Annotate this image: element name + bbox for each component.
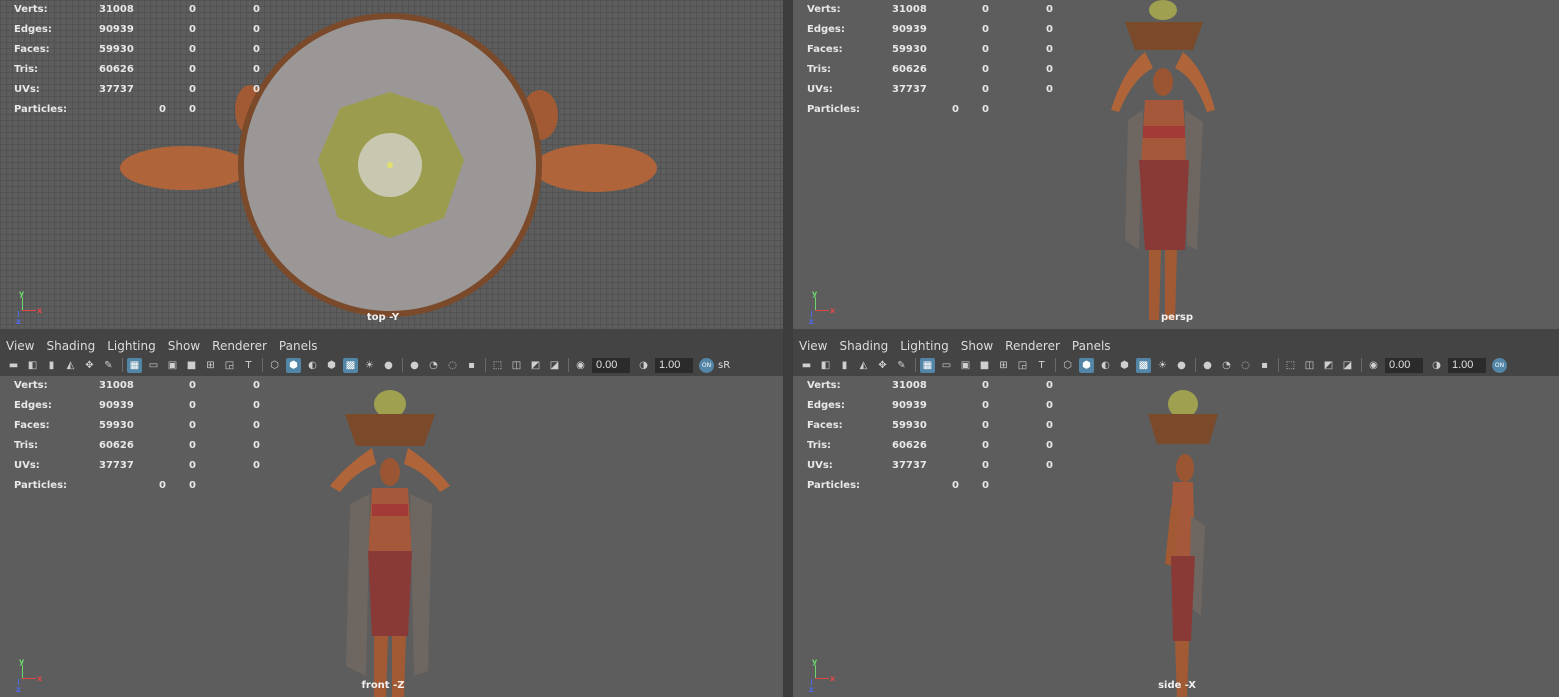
default-material-icon[interactable]: ◐ bbox=[1098, 358, 1113, 373]
xray-joints-icon[interactable]: ◩ bbox=[1321, 358, 1336, 373]
viewport-persp[interactable]: Verts: 31008 0 0 Edges: 90939 0 0 Faces: 59930 0… bbox=[793, 0, 1559, 329]
default-material-icon[interactable]: ◐ bbox=[305, 358, 320, 373]
menu-lighting[interactable]: Lighting bbox=[894, 337, 955, 355]
menu-shading[interactable]: Shading bbox=[833, 337, 894, 355]
exposure-icon[interactable]: ◉ bbox=[1366, 358, 1381, 373]
gamma-icon[interactable]: ◑ bbox=[1429, 358, 1444, 373]
panel-toolbar: ▬ ◧ ▮ ◭ ✥ ✎ ▦ ▭ ▣ ■ ⊞ ◲ T ⬡ ⬢ ◐ ⬢ ▩ ☀ ● … bbox=[793, 355, 1559, 375]
axis-gizmo: yxz bbox=[16, 289, 43, 326]
xray-joints-icon[interactable]: ◩ bbox=[528, 358, 543, 373]
xray-icon[interactable]: ◫ bbox=[509, 358, 524, 373]
menu-view[interactable]: View bbox=[793, 337, 833, 355]
motion-blur-icon[interactable]: ◔ bbox=[1219, 358, 1234, 373]
menu-lighting[interactable]: Lighting bbox=[101, 337, 162, 355]
anti-aliasing-icon[interactable]: ◌ bbox=[1238, 358, 1253, 373]
wireframe-icon[interactable]: ⬡ bbox=[267, 358, 282, 373]
menu-renderer[interactable]: Renderer bbox=[206, 337, 273, 355]
motion-blur-icon[interactable]: ◔ bbox=[426, 358, 441, 373]
color-management-toggle[interactable]: ON bbox=[1492, 357, 1507, 373]
camera-attributes-icon[interactable]: ◧ bbox=[818, 358, 833, 373]
xray-active-icon[interactable]: ◪ bbox=[547, 358, 562, 373]
field-chart-icon[interactable]: ⊞ bbox=[996, 358, 1011, 373]
exposure-icon[interactable]: ◉ bbox=[573, 358, 588, 373]
depth-of-field-icon[interactable]: ▪ bbox=[1257, 358, 1272, 373]
lights-icon[interactable]: ☀ bbox=[1155, 358, 1170, 373]
axis-gizmo: yxz bbox=[809, 289, 836, 326]
gate-mask-icon[interactable]: ■ bbox=[184, 358, 199, 373]
menu-panels[interactable]: Panels bbox=[1066, 337, 1117, 355]
gamma-field[interactable] bbox=[1448, 357, 1486, 373]
viewport-side[interactable]: Verts: 31008 0 0 Edges: 90939 0 0 Faces: 59930 0… bbox=[793, 376, 1559, 697]
isolate-select-icon[interactable]: ⬚ bbox=[490, 358, 505, 373]
menu-show[interactable]: Show bbox=[955, 337, 999, 355]
camera-label-top: top -Y bbox=[366, 312, 400, 323]
xray-icon[interactable]: ◫ bbox=[1302, 358, 1317, 373]
smooth-shade-icon[interactable]: ⬢ bbox=[1079, 357, 1094, 373]
wireframe-on-shaded-icon[interactable]: ⬢ bbox=[1117, 358, 1132, 373]
safe-action-icon[interactable]: ◲ bbox=[1015, 358, 1030, 373]
textured-icon[interactable]: ▩ bbox=[343, 357, 358, 373]
exposure-field[interactable] bbox=[592, 357, 630, 373]
anti-aliasing-icon[interactable]: ◌ bbox=[445, 358, 460, 373]
safe-title-icon[interactable]: T bbox=[241, 358, 256, 373]
viewport-front[interactable]: Verts: 31008 0 0 Edges: 90939 0 0 Faces: 59930 0… bbox=[0, 376, 783, 697]
panel-menu: View Shading Lighting Show Renderer Pane… bbox=[793, 337, 1117, 355]
isolate-select-icon[interactable]: ⬚ bbox=[1283, 358, 1298, 373]
camera-label-side: side -X bbox=[1158, 680, 1196, 691]
color-management-toggle[interactable]: ON bbox=[699, 357, 714, 373]
menu-view[interactable]: View bbox=[0, 337, 40, 355]
view-transform-label[interactable]: sR bbox=[718, 360, 730, 371]
camera-label-persp: persp bbox=[1161, 312, 1193, 323]
resolution-gate-icon[interactable]: ▣ bbox=[958, 358, 973, 373]
ambient-occlusion-icon[interactable]: ● bbox=[407, 358, 422, 373]
xray-active-icon[interactable]: ◪ bbox=[1340, 358, 1355, 373]
image-plane-icon[interactable]: ◭ bbox=[63, 358, 78, 373]
bookmark-icon[interactable]: ▮ bbox=[44, 358, 59, 373]
gamma-icon[interactable]: ◑ bbox=[636, 358, 651, 373]
viewport-top[interactable]: Verts: 31008 0 0 Edges: 90939 0 0 Faces: 59930 0… bbox=[0, 0, 783, 329]
textured-icon[interactable]: ▩ bbox=[1136, 357, 1151, 373]
grid-icon[interactable]: ▦ bbox=[127, 357, 142, 373]
field-chart-icon[interactable]: ⊞ bbox=[203, 358, 218, 373]
gate-mask-icon[interactable]: ■ bbox=[977, 358, 992, 373]
grease-pencil-icon[interactable]: ✎ bbox=[894, 358, 909, 373]
film-gate-icon[interactable]: ▭ bbox=[146, 358, 161, 373]
resolution-gate-icon[interactable]: ▣ bbox=[165, 358, 180, 373]
2d-pan-zoom-icon[interactable]: ✥ bbox=[875, 358, 890, 373]
panel-toolbar: ▬ ◧ ▮ ◭ ✥ ✎ ▦ ▭ ▣ ■ ⊞ ◲ T ⬡ ⬢ ◐ ⬢ ▩ ☀ ● … bbox=[0, 355, 783, 375]
panel-menubar-right: View Shading Lighting Show Renderer Pane… bbox=[793, 329, 1559, 376]
shadows-icon[interactable]: ● bbox=[1174, 358, 1189, 373]
smooth-shade-icon[interactable]: ⬢ bbox=[286, 357, 301, 373]
menu-shading[interactable]: Shading bbox=[40, 337, 101, 355]
menu-panels[interactable]: Panels bbox=[273, 337, 324, 355]
axis-gizmo: yxz bbox=[809, 657, 836, 694]
axis-gizmo: yxz bbox=[16, 657, 43, 694]
panel-menubar-left: View Shading Lighting Show Renderer Pane… bbox=[0, 329, 783, 376]
2d-pan-zoom-icon[interactable]: ✥ bbox=[82, 358, 97, 373]
menu-show[interactable]: Show bbox=[162, 337, 206, 355]
exposure-field[interactable] bbox=[1385, 357, 1423, 373]
grid-icon[interactable]: ▦ bbox=[920, 357, 935, 373]
menu-renderer[interactable]: Renderer bbox=[999, 337, 1066, 355]
film-gate-icon[interactable]: ▭ bbox=[939, 358, 954, 373]
bookmark-icon[interactable]: ▮ bbox=[837, 358, 852, 373]
viewport-splitter-vertical[interactable] bbox=[783, 0, 793, 697]
select-camera-icon[interactable]: ▬ bbox=[799, 358, 814, 373]
image-plane-icon[interactable]: ◭ bbox=[856, 358, 871, 373]
camera-attributes-icon[interactable]: ◧ bbox=[25, 358, 40, 373]
panel-menu: View Shading Lighting Show Renderer Pane… bbox=[0, 337, 324, 355]
wireframe-on-shaded-icon[interactable]: ⬢ bbox=[324, 358, 339, 373]
lights-icon[interactable]: ☀ bbox=[362, 358, 377, 373]
grease-pencil-icon[interactable]: ✎ bbox=[101, 358, 116, 373]
gamma-field[interactable] bbox=[655, 357, 693, 373]
select-camera-icon[interactable]: ▬ bbox=[6, 358, 21, 373]
depth-of-field-icon[interactable]: ▪ bbox=[464, 358, 479, 373]
safe-action-icon[interactable]: ◲ bbox=[222, 358, 237, 373]
ambient-occlusion-icon[interactable]: ● bbox=[1200, 358, 1215, 373]
safe-title-icon[interactable]: T bbox=[1034, 358, 1049, 373]
wireframe-icon[interactable]: ⬡ bbox=[1060, 358, 1075, 373]
shadows-icon[interactable]: ● bbox=[381, 358, 396, 373]
camera-label-front: front -Z bbox=[361, 680, 405, 691]
